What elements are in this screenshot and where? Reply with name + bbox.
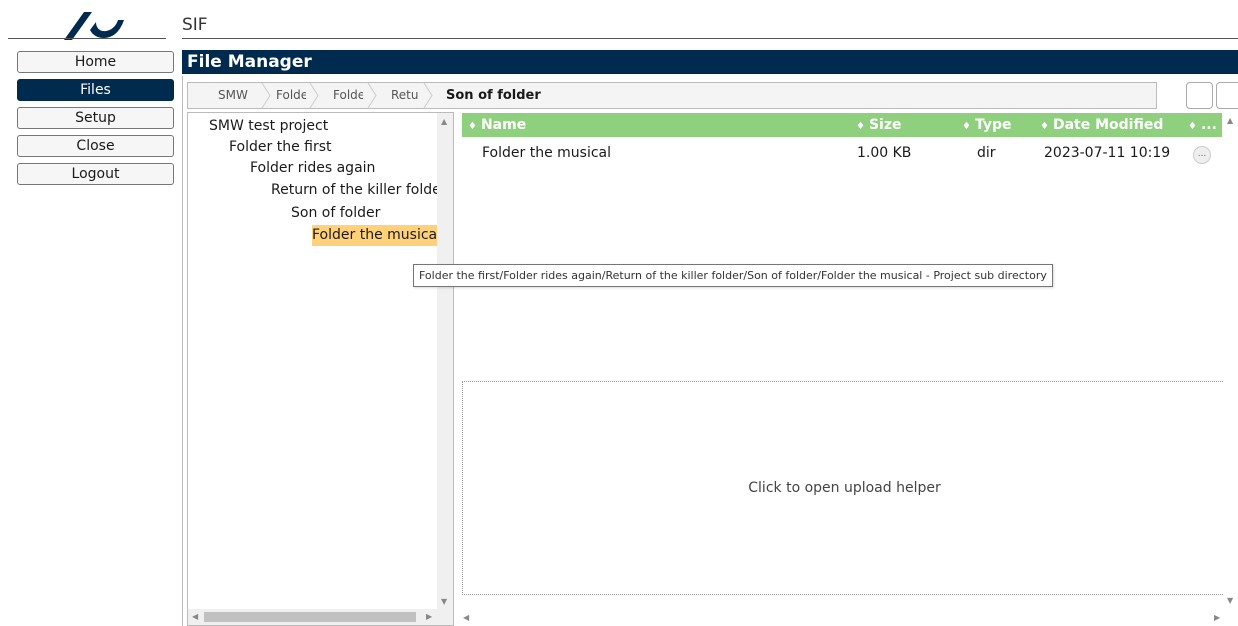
tree-scrollbar-thumb[interactable] — [204, 612, 416, 622]
toolbar-button[interactable] — [1216, 82, 1238, 109]
file-list-horizontal-scrollbar[interactable]: ◀ ▶ — [459, 610, 1238, 626]
side-menu: Home Files Setup Close Logout — [17, 51, 174, 191]
scroll-right-arrow-icon[interactable]: ▶ — [426, 612, 432, 622]
scroll-right-arrow-icon[interactable]: ▶ — [1214, 613, 1220, 623]
breadcrumb-current: Son of folder — [446, 88, 541, 103]
scroll-up-arrow-icon[interactable]: ▲ — [1227, 116, 1233, 126]
menu-item-close[interactable]: Close — [17, 135, 174, 157]
breadcrumb-item[interactable]: SMW — [218, 83, 258, 108]
menu-item-logout[interactable]: Logout — [17, 163, 174, 185]
tree-node[interactable]: SMW test project — [209, 116, 328, 137]
file-name[interactable]: Folder the musical — [482, 141, 611, 165]
path-tooltip: Folder the first/Folder rides again/Retu… — [413, 264, 1053, 287]
breadcrumb-separator-icon — [309, 83, 319, 108]
tree-node[interactable]: Son of folder — [291, 203, 380, 224]
file-size: 1.00 KB — [857, 145, 912, 161]
breadcrumb-item[interactable]: Folde — [276, 83, 306, 108]
scroll-down-arrow-icon[interactable]: ▼ — [441, 597, 447, 607]
sort-icon: ♦ — [962, 121, 971, 132]
file-date-modified: 2023-07-11 10:19 — [1044, 145, 1171, 161]
upload-helper-area[interactable]: Click to open upload helper — [462, 381, 1227, 595]
column-header-more[interactable]: ♦... — [1188, 113, 1217, 139]
breadcrumb-item[interactable]: Folde — [333, 83, 363, 108]
breadcrumb-item[interactable]: Retu — [391, 83, 419, 108]
sort-icon: ♦ — [1188, 121, 1197, 132]
menu-item-home[interactable]: Home — [17, 51, 174, 73]
sort-icon: ♦ — [1040, 121, 1049, 132]
breadcrumb: SMW Folde Folde Retu Son of folder — [187, 82, 1157, 109]
file-manager-panel: SMW Folde Folde Retu Son of folder SMW t… — [182, 76, 1238, 626]
breadcrumb-separator-icon — [423, 83, 433, 108]
tree-horizontal-scrollbar[interactable]: ◀ ▶ — [188, 609, 453, 625]
tree-node-selected[interactable]: Folder the musical — [312, 225, 444, 246]
scroll-left-arrow-icon[interactable]: ◀ — [463, 613, 469, 623]
header-divider-right — [182, 38, 1238, 39]
column-header-size[interactable]: ♦ Size — [856, 113, 902, 139]
file-type: dir — [977, 145, 996, 161]
tree-vertical-scrollbar[interactable]: ▲ ▼ — [437, 113, 453, 611]
scroll-down-arrow-icon[interactable]: ▼ — [1227, 596, 1233, 606]
breadcrumb-separator-icon — [367, 83, 377, 108]
sort-icon: ♦ — [468, 121, 477, 132]
folder-tree: SMW test project Folder the first Folder… — [187, 112, 454, 626]
file-list-header: ♦ Name ♦ Size ♦ Type ♦ Date Modified ♦... — [462, 113, 1222, 137]
toolbar-button[interactable] — [1186, 82, 1213, 109]
sort-icon: ♦ — [856, 121, 865, 132]
app-title: SIF — [182, 15, 208, 35]
file-list-vertical-scrollbar[interactable]: ▲ ▼ — [1223, 112, 1238, 610]
upload-helper-text: Click to open upload helper — [748, 480, 941, 496]
file-row[interactable]: Folder the musical 1.00 KB dir 2023-07-1… — [462, 141, 1222, 165]
file-manager-title: File Manager — [182, 50, 1238, 74]
header-divider-left — [8, 38, 166, 39]
file-list-pane: ♦ Name ♦ Size ♦ Type ♦ Date Modified ♦... Fo… — [459, 112, 1238, 626]
tree-node[interactable]: Folder the first — [229, 137, 332, 158]
column-header-date-modified[interactable]: ♦ Date Modified — [1040, 113, 1163, 139]
scroll-left-arrow-icon[interactable]: ◀ — [192, 612, 198, 622]
menu-item-setup[interactable]: Setup — [17, 107, 174, 129]
menu-item-files[interactable]: Files — [17, 79, 174, 101]
breadcrumb-separator-icon — [261, 83, 271, 108]
university-logo-icon — [64, 12, 124, 40]
scroll-up-arrow-icon[interactable]: ▲ — [441, 117, 447, 127]
column-header-type[interactable]: ♦ Type — [962, 113, 1012, 139]
tree-node[interactable]: Folder rides again — [250, 158, 375, 179]
tree-node[interactable]: Return of the killer folde — [271, 180, 441, 201]
row-actions-button[interactable]: ... — [1193, 146, 1211, 164]
column-header-name[interactable]: ♦ Name — [468, 113, 526, 139]
